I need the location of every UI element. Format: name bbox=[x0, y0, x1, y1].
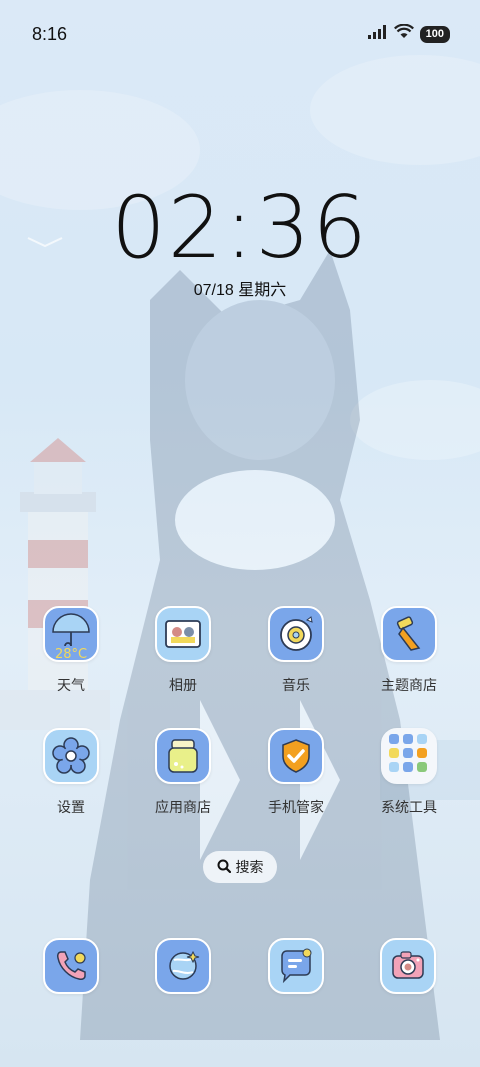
search-icon bbox=[217, 859, 231, 876]
dock-phone[interactable] bbox=[43, 938, 99, 994]
app-music[interactable]: 音乐 bbox=[246, 606, 346, 695]
gallery-icon bbox=[155, 606, 211, 662]
theme-brush-icon bbox=[381, 606, 437, 662]
app-label-settings: 设置 bbox=[57, 799, 85, 815]
wallpaper bbox=[0, 0, 480, 1067]
weather-umbrella-icon: 28°C bbox=[43, 606, 99, 662]
folder-system-tools[interactable]: 系统工具 bbox=[359, 728, 459, 817]
app-phone-manager[interactable]: 手机管家 bbox=[246, 728, 346, 817]
app-app-store[interactable]: 应用商店 bbox=[133, 728, 233, 817]
clock-widget-time[interactable]: 02:36 bbox=[0, 178, 480, 278]
clock-widget-date: 07/18 星期六 bbox=[193, 282, 287, 299]
app-label-phone-manager: 手机管家 bbox=[268, 799, 324, 815]
dock-messages[interactable] bbox=[268, 938, 324, 994]
browser-icon bbox=[155, 938, 211, 994]
status-bar: 8:16 100 bbox=[0, 0, 480, 68]
signal-icon bbox=[367, 24, 388, 44]
phone-manager-shield-icon bbox=[268, 728, 324, 784]
messages-icon bbox=[268, 938, 324, 994]
app-store-bag-icon bbox=[155, 728, 211, 784]
search-label: 搜索 bbox=[235, 859, 264, 875]
settings-flower-icon bbox=[43, 728, 99, 784]
music-disc-icon bbox=[268, 606, 324, 662]
app-label-gallery: 相册 bbox=[169, 677, 197, 693]
status-time: 8:16 bbox=[32, 23, 68, 44]
phone-icon bbox=[43, 938, 99, 994]
system-tools-folder-icon bbox=[381, 728, 437, 784]
app-gallery[interactable]: 相册 bbox=[133, 606, 233, 695]
search-button[interactable]: 搜索 bbox=[203, 851, 277, 883]
dock-browser[interactable] bbox=[155, 938, 211, 994]
weather-temperature: 28°C bbox=[55, 647, 87, 660]
app-label-weather: 天气 bbox=[57, 677, 85, 693]
app-settings[interactable]: 设置 bbox=[21, 728, 121, 817]
camera-icon bbox=[380, 938, 436, 994]
app-weather[interactable]: 28°C 天气 bbox=[21, 606, 121, 695]
app-theme-store[interactable]: 主题商店 bbox=[359, 606, 459, 695]
dock-camera[interactable] bbox=[380, 938, 436, 994]
wifi-icon bbox=[393, 23, 414, 44]
app-label-music: 音乐 bbox=[282, 677, 310, 693]
battery-icon: 100 bbox=[419, 25, 450, 43]
status-icons: 100 bbox=[367, 23, 450, 44]
app-label-app-store: 应用商店 bbox=[155, 799, 211, 815]
app-label-theme-store: 主题商店 bbox=[381, 677, 437, 693]
app-label-system-tools: 系统工具 bbox=[381, 799, 437, 815]
